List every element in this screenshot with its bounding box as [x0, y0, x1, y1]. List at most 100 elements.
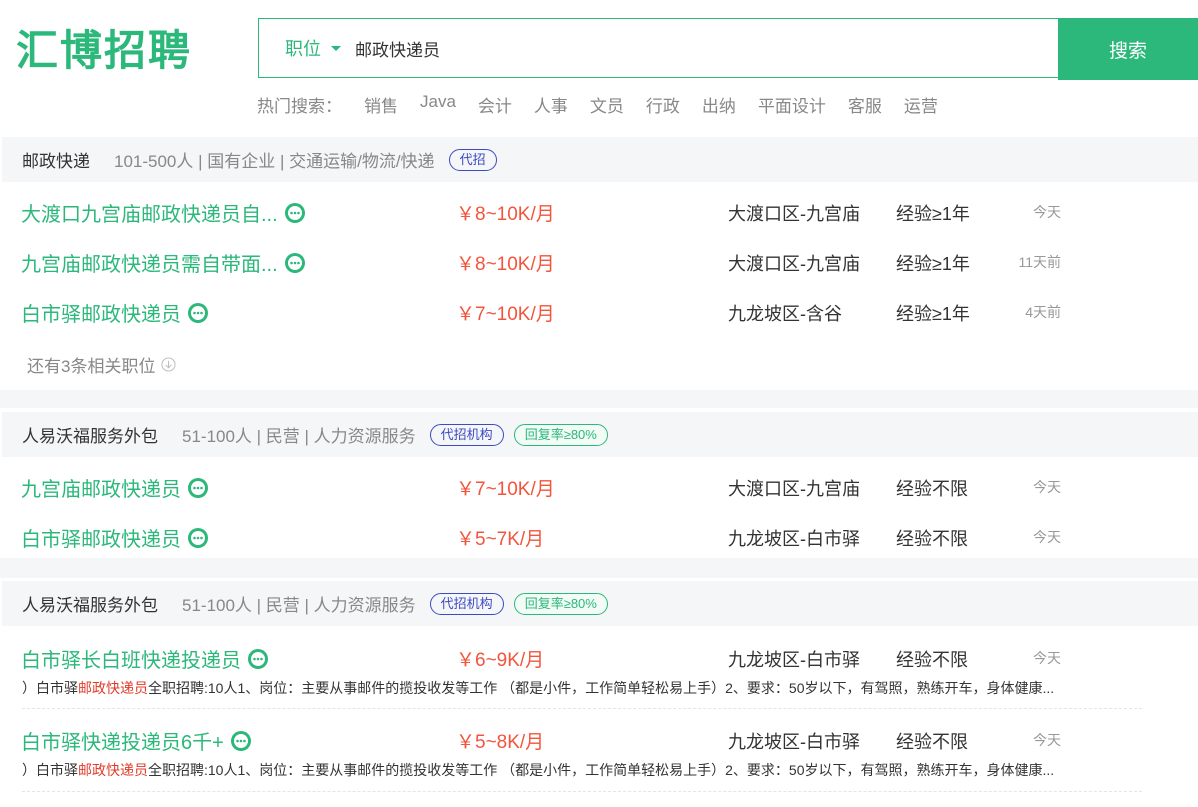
- section-gap: [0, 390, 1198, 408]
- job-row[interactable]: 白市驿邮政快递员 ￥7~10K/月 九龙坡区-含谷 经验≥1年 4天前: [0, 284, 1198, 334]
- desc-keyword: 邮政快递员: [78, 762, 148, 778]
- chat-icon[interactable]: [284, 202, 306, 224]
- company-name[interactable]: 邮政快递: [22, 147, 90, 172]
- job-title[interactable]: 九宫庙邮政快递员: [21, 473, 209, 502]
- search-type-select[interactable]: 职位: [285, 35, 341, 61]
- hot-search-item[interactable]: 人事: [534, 92, 568, 117]
- company-meta: 51-100人 | 民营 | 人力资源服务: [182, 427, 416, 446]
- agency-tag: 代招: [448, 148, 497, 171]
- job-title[interactable]: 白市驿邮政快递员: [21, 523, 209, 552]
- site-logo[interactable]: 汇博招聘: [16, 30, 192, 72]
- post-time: 4天前: [1025, 304, 1061, 320]
- company-name[interactable]: 人易沃福服务外包: [22, 422, 158, 447]
- experience: 经验≥1年: [896, 304, 970, 324]
- post-time: 今天: [1033, 479, 1061, 495]
- hot-search-item[interactable]: 平面设计: [758, 92, 826, 117]
- desc-text: ）白市驿: [22, 680, 78, 696]
- chat-icon[interactable]: [284, 252, 306, 274]
- job-description: ）白市驿邮政快递员全职招聘:10人1、岗位：主要从事邮件的揽投收发等工作 （都是…: [22, 760, 1054, 780]
- hot-search-item[interactable]: 行政: [646, 92, 680, 117]
- reply-rate-tag: 回复率≥80%: [513, 423, 608, 446]
- location: 九龙坡区-含谷: [728, 304, 842, 324]
- job-title-text: 白市驿邮政快递员: [21, 304, 181, 326]
- job-title[interactable]: 白市驿快递投递员6千+: [21, 726, 252, 755]
- chat-icon[interactable]: [187, 302, 209, 324]
- hot-search-item[interactable]: 文员: [590, 92, 624, 117]
- hot-search-item[interactable]: 会计: [478, 92, 512, 117]
- hot-search-item[interactable]: 客服: [848, 92, 882, 117]
- desc-keyword: 邮政快递员: [78, 680, 148, 696]
- reply-rate-tag: 回复率≥80%: [513, 592, 608, 615]
- search-input[interactable]: [353, 37, 957, 59]
- location: 九龙坡区-白市驿: [728, 732, 860, 752]
- agency-tag: 代招机构: [429, 592, 504, 615]
- post-time: 今天: [1033, 732, 1061, 748]
- search-button[interactable]: 搜索: [1058, 18, 1198, 80]
- more-jobs-text: 还有3条相关职位: [27, 357, 156, 376]
- search-type-label: 职位: [285, 39, 321, 59]
- post-time: 今天: [1033, 204, 1061, 220]
- company-header: 人易沃福服务外包 51-100人 | 民营 | 人力资源服务 代招机构 回复率≥…: [2, 581, 1198, 626]
- post-time: 今天: [1033, 529, 1061, 545]
- job-row[interactable]: 白市驿长白班快递投递员 ￥6~9K/月 九龙坡区-白市驿 经验不限 今天 ）白市…: [0, 630, 1198, 696]
- hot-searches: 热门搜索： 销售 Java 会计 人事 文员 行政 出纳 平面设计 客服 运营: [257, 92, 938, 117]
- post-time: 今天: [1033, 650, 1061, 666]
- more-jobs-link[interactable]: 还有3条相关职位: [27, 352, 176, 377]
- salary: ￥8~10K/月: [456, 254, 555, 275]
- post-time: 11天前: [1018, 254, 1061, 270]
- hot-search-item[interactable]: Java: [420, 92, 456, 117]
- job-title-text: 白市驿邮政快递员: [21, 529, 181, 551]
- experience: 经验不限: [896, 529, 968, 549]
- location: 九龙坡区-白市驿: [728, 650, 860, 670]
- location: 九龙坡区-白市驿: [728, 529, 860, 549]
- row-divider: [22, 708, 1142, 709]
- salary: ￥7~10K/月: [456, 304, 555, 325]
- hot-search-item[interactable]: 销售: [364, 92, 398, 117]
- section-gap: [0, 558, 1198, 578]
- job-row[interactable]: 九宫庙邮政快递员需自带面... ￥8~10K/月 大渡口区-九宫庙 经验≥1年 …: [0, 234, 1198, 284]
- chat-icon[interactable]: [247, 648, 269, 670]
- experience: 经验不限: [896, 732, 968, 752]
- hot-search-item[interactable]: 运营: [904, 92, 938, 117]
- job-title[interactable]: 白市驿邮政快递员: [21, 298, 209, 327]
- job-title[interactable]: 白市驿长白班快递投递员: [21, 644, 269, 673]
- experience: 经验不限: [896, 479, 968, 499]
- hot-searches-label: 热门搜索：: [257, 97, 342, 116]
- arrow-down-circle-icon: [161, 357, 176, 372]
- chat-icon[interactable]: [230, 730, 252, 752]
- job-title-text: 九宫庙邮政快递员需自带面...: [21, 254, 278, 276]
- job-title-text: 九宫庙邮政快递员: [21, 479, 181, 501]
- hot-search-item[interactable]: 出纳: [702, 92, 736, 117]
- desc-text: ）白市驿: [22, 762, 78, 778]
- job-row[interactable]: 大渡口九宫庙邮政快递员自... ￥8~10K/月 大渡口区-九宫庙 经验≥1年 …: [0, 184, 1198, 234]
- caret-down-icon: [331, 45, 341, 51]
- job-title[interactable]: 大渡口九宫庙邮政快递员自...: [21, 198, 306, 227]
- company-meta: 51-100人 | 民营 | 人力资源服务: [182, 596, 416, 615]
- company-header: 邮政快递 101-500人 | 国有企业 | 交通运输/物流/快递 代招: [2, 137, 1198, 182]
- salary: ￥8~10K/月: [456, 204, 555, 225]
- desc-text: 全职招聘:10人1、岗位：主要从事邮件的揽投收发等工作 （都是小件，工作简单轻松…: [148, 680, 1055, 696]
- company-meta: 101-500人 | 国有企业 | 交通运输/物流/快递: [114, 152, 435, 171]
- job-row[interactable]: 白市驿邮政快递员 ￥5~7K/月 九龙坡区-白市驿 经验不限 今天: [0, 509, 1198, 559]
- company-name[interactable]: 人易沃福服务外包: [22, 591, 158, 616]
- location: 大渡口区-九宫庙: [728, 254, 860, 274]
- chat-icon[interactable]: [187, 477, 209, 499]
- location: 大渡口区-九宫庙: [728, 479, 860, 499]
- experience: 经验不限: [896, 650, 968, 670]
- experience: 经验≥1年: [896, 254, 970, 274]
- salary: ￥7~10K/月: [456, 479, 555, 500]
- agency-tag: 代招机构: [429, 423, 504, 446]
- chat-icon[interactable]: [187, 527, 209, 549]
- job-title-text: 大渡口九宫庙邮政快递员自...: [21, 204, 278, 226]
- row-divider: [22, 791, 1142, 792]
- job-row[interactable]: 白市驿快递投递员6千+ ￥5~8K/月 九龙坡区-白市驿 经验不限 今天 ）白市…: [0, 712, 1198, 778]
- job-row[interactable]: 九宫庙邮政快递员 ￥7~10K/月 大渡口区-九宫庙 经验不限 今天: [0, 459, 1198, 509]
- salary: ￥6~9K/月: [456, 650, 545, 671]
- location: 大渡口区-九宫庙: [728, 204, 860, 224]
- desc-text: 全职招聘:10人1、岗位：主要从事邮件的揽投收发等工作 （都是小件，工作简单轻松…: [148, 762, 1055, 778]
- job-title-text: 白市驿快递投递员6千+: [21, 732, 224, 754]
- search-box: 职位: [258, 18, 1058, 78]
- salary: ￥5~8K/月: [456, 732, 545, 753]
- job-title[interactable]: 九宫庙邮政快递员需自带面...: [21, 248, 306, 277]
- experience: 经验≥1年: [896, 204, 970, 224]
